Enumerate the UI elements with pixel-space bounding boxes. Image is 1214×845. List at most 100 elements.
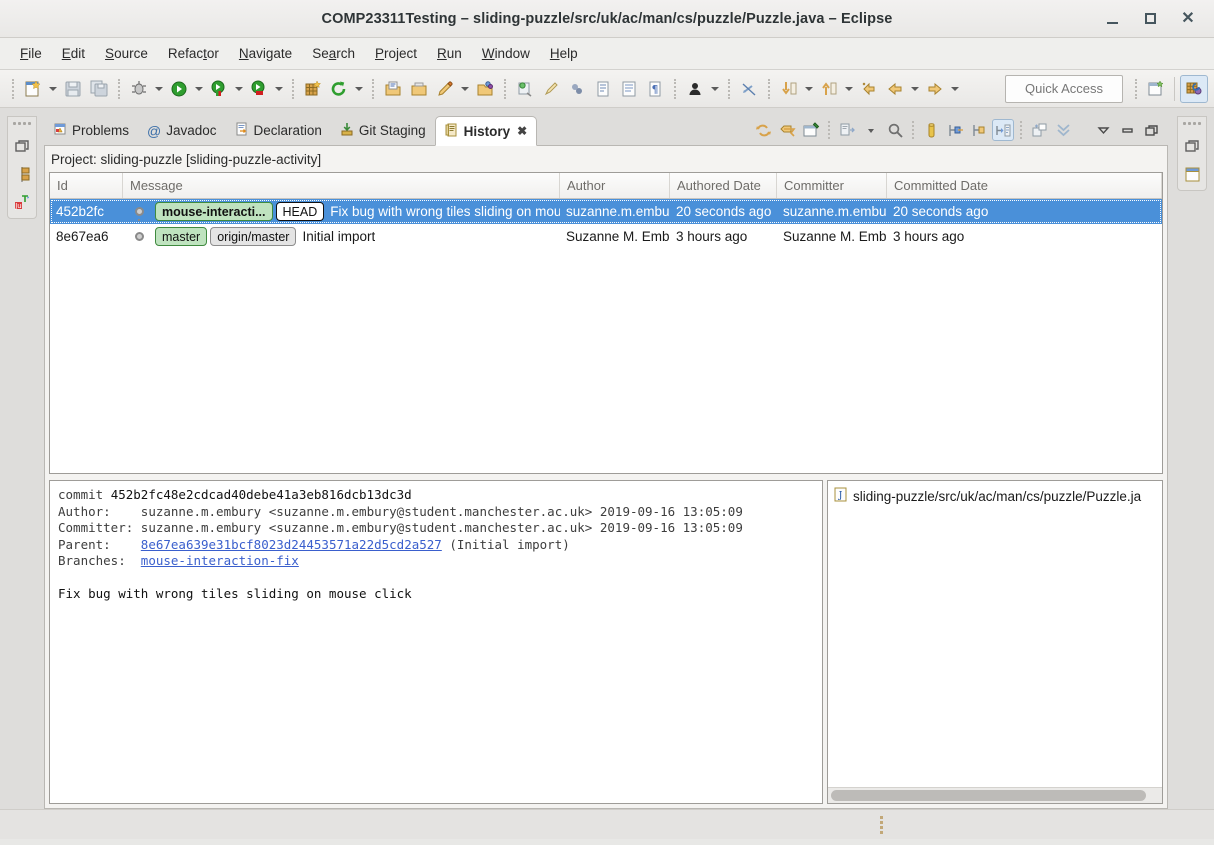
ref-badge-branch[interactable]: master <box>155 227 208 246</box>
outline-icon[interactable] <box>1182 164 1202 184</box>
run-dropdown[interactable] <box>192 76 206 102</box>
minimize-view-icon[interactable] <box>1116 119 1138 141</box>
ref-badge-remote[interactable]: origin/master <box>210 227 297 246</box>
coverage-dropdown[interactable] <box>232 76 246 102</box>
open-task-icon[interactable] <box>406 76 432 102</box>
next-annotation-icon[interactable] <box>776 76 802 102</box>
menu-project[interactable]: Project <box>365 42 427 65</box>
maximize-button[interactable] <box>1140 9 1160 29</box>
last-edit-location-icon[interactable] <box>856 76 882 102</box>
menu-edit[interactable]: Edit <box>52 42 95 65</box>
column-header-id[interactable]: Id <box>50 173 123 198</box>
parent-sha-link[interactable]: 8e67ea639e31bcf8023d24453571a22d5cd2a527 <box>141 537 442 552</box>
collapse-all-icon[interactable] <box>1052 119 1074 141</box>
debug-icon[interactable] <box>126 76 152 102</box>
tab-problems[interactable]: Problems <box>44 116 138 145</box>
refresh-dropdown[interactable] <box>352 76 366 102</box>
next-annotation-dropdown[interactable] <box>802 76 816 102</box>
horizontal-scrollbar[interactable] <box>828 787 1162 803</box>
column-header-committer[interactable]: Committer <box>777 173 887 198</box>
menu-file[interactable]: File <box>10 42 52 65</box>
show-whitespace-icon[interactable] <box>616 76 642 102</box>
menu-help[interactable]: Help <box>540 42 588 65</box>
menu-run[interactable]: Run <box>427 42 472 65</box>
menu-navigate[interactable]: Navigate <box>229 42 302 65</box>
skip-breakpoints-icon[interactable] <box>564 76 590 102</box>
junit-icon[interactable]: Ju <box>12 192 32 212</box>
java-perspective-button[interactable] <box>1180 74 1208 103</box>
annotate-dropdown[interactable] <box>458 76 472 102</box>
close-icon[interactable]: ✖ <box>517 124 527 138</box>
column-header-authored-date[interactable]: Authored Date <box>670 173 777 198</box>
compare-mode-icon[interactable] <box>992 119 1014 141</box>
open-perspective-icon[interactable] <box>1143 76 1169 102</box>
coverage-icon[interactable] <box>206 76 232 102</box>
run-last-icon[interactable] <box>246 76 272 102</box>
marker-icon[interactable] <box>538 76 564 102</box>
restore-icon[interactable] <box>1182 136 1202 156</box>
show-first-parent-icon[interactable] <box>944 119 966 141</box>
column-header-message[interactable]: Message <box>123 173 560 198</box>
user-dropdown[interactable] <box>708 76 722 102</box>
refresh-icon[interactable] <box>326 76 352 102</box>
list-item[interactable]: J sliding-puzzle/src/uk/ac/man/cs/puzzle… <box>834 487 1158 505</box>
open-compare-editor-icon[interactable] <box>800 119 822 141</box>
menu-refactor[interactable]: Refactor <box>158 42 229 65</box>
previous-annotation-icon[interactable] <box>816 76 842 102</box>
column-header-author[interactable]: Author <box>560 173 670 198</box>
cell-author: suzanne.m.embu <box>566 204 670 219</box>
menu-search[interactable]: Search <box>302 42 365 65</box>
filter-icon[interactable] <box>836 119 858 141</box>
back-dropdown[interactable] <box>908 76 922 102</box>
new-wizard-dropdown[interactable] <box>46 76 60 102</box>
block-selection-icon[interactable]: ¶ <box>642 76 668 102</box>
open-type-icon[interactable] <box>380 76 406 102</box>
back-icon[interactable] <box>882 76 908 102</box>
search-declaration-icon[interactable] <box>512 76 538 102</box>
forward-dropdown[interactable] <box>948 76 962 102</box>
user-icon[interactable] <box>682 76 708 102</box>
maximize-view-icon[interactable] <box>1140 119 1162 141</box>
tab-declaration[interactable]: Declaration <box>226 116 331 145</box>
column-header-committed-date[interactable]: Committed Date <box>887 173 1162 198</box>
hide-nonpublic-icon[interactable] <box>736 76 762 102</box>
commit-detail-text[interactable]: commit 452b2fc48e2cdcad40debe41a3eb816dc… <box>49 480 823 804</box>
tab-git-staging[interactable]: Git Staging <box>331 116 435 145</box>
quick-access-input[interactable]: Quick Access <box>1005 74 1123 103</box>
restore-icon[interactable] <box>12 136 32 156</box>
table-row[interactable]: 452b2fc mouse-interacti... HEAD Fix bug … <box>50 199 1162 224</box>
close-button[interactable]: ✕ <box>1178 9 1198 29</box>
new-java-package-icon[interactable] <box>300 76 326 102</box>
branch-link[interactable]: mouse-interaction-fix <box>141 553 299 568</box>
show-revision-detail-icon[interactable] <box>1028 119 1050 141</box>
menu-source[interactable]: Source <box>95 42 158 65</box>
status-resize-grip[interactable] <box>880 815 883 834</box>
save-all-icon[interactable] <box>86 76 112 102</box>
tab-history[interactable]: History ✖ <box>434 116 538 146</box>
annotate-icon[interactable] <box>432 76 458 102</box>
forward-icon[interactable] <box>922 76 948 102</box>
show-additional-refs-icon[interactable] <box>968 119 990 141</box>
open-resource-icon[interactable] <box>472 76 498 102</box>
table-row[interactable]: 8e67ea6 master origin/master Initial imp… <box>50 224 1162 249</box>
link-with-editor-icon[interactable] <box>776 119 798 141</box>
toggle-mark-occurrences-icon[interactable] <box>590 76 616 102</box>
previous-annotation-dropdown[interactable] <box>842 76 856 102</box>
save-icon[interactable] <box>60 76 86 102</box>
show-all-branches-icon[interactable] <box>920 119 942 141</box>
ref-badge-branch[interactable]: mouse-interacti... <box>155 202 273 221</box>
new-wizard-icon[interactable] <box>20 76 46 102</box>
package-explorer-icon[interactable] <box>12 164 32 184</box>
view-menu-icon[interactable] <box>1092 119 1114 141</box>
tab-javadoc[interactable]: @ Javadoc <box>138 116 226 145</box>
filter-dropdown-icon[interactable] <box>860 119 882 141</box>
run-icon[interactable] <box>166 76 192 102</box>
scrollbar-thumb[interactable] <box>831 790 1146 801</box>
debug-dropdown[interactable] <box>152 76 166 102</box>
menu-window[interactable]: Window <box>472 42 540 65</box>
ref-badge-head[interactable]: HEAD <box>275 202 325 221</box>
run-last-dropdown[interactable] <box>272 76 286 102</box>
minimize-button[interactable] <box>1102 9 1122 29</box>
search-icon[interactable] <box>884 119 906 141</box>
refresh-icon[interactable] <box>752 119 774 141</box>
